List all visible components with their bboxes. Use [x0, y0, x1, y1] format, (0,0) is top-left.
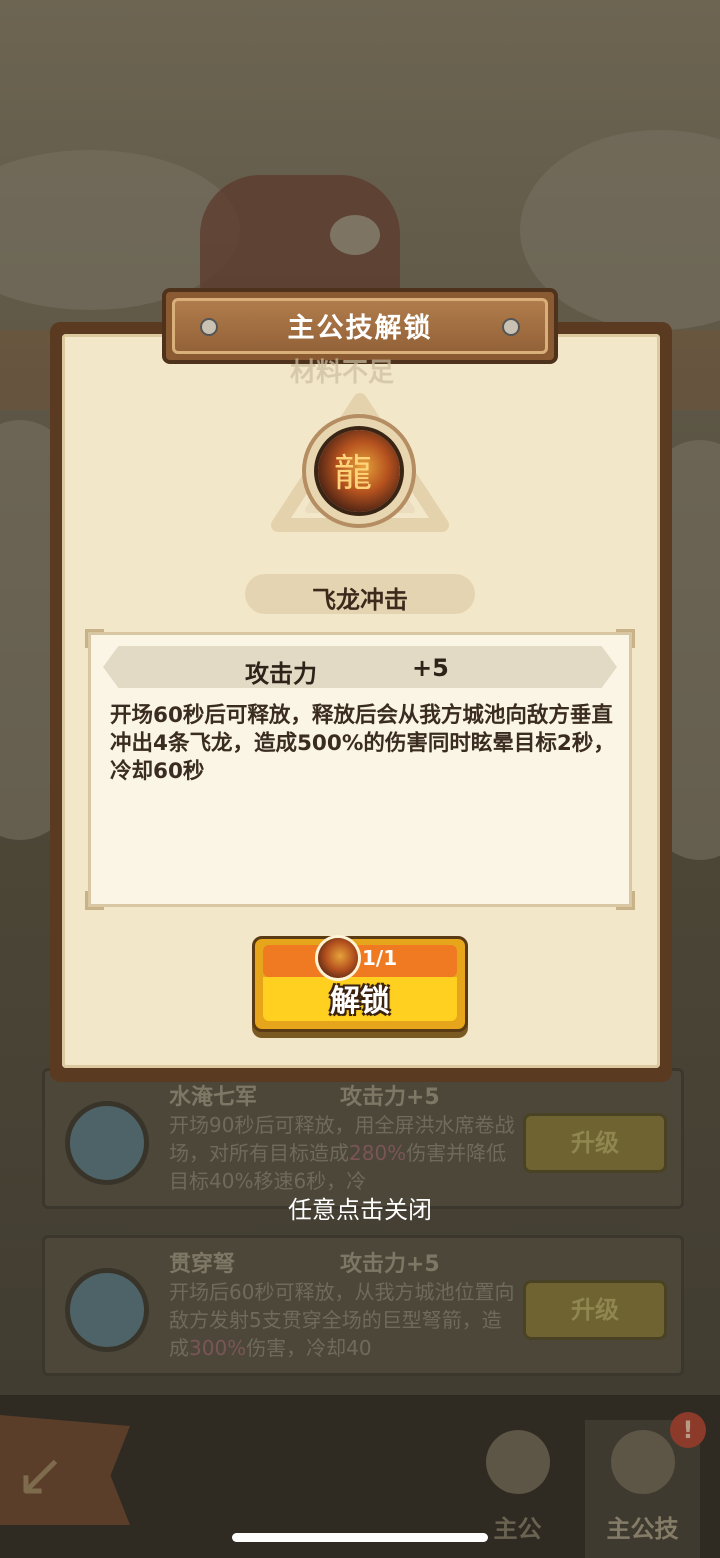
- dragon-icon: 龍: [334, 451, 373, 495]
- dragon-token-icon: [318, 938, 358, 978]
- faded-status-text: 材料不足: [290, 358, 395, 388]
- bag-icon: [610, 1430, 675, 1494]
- stat-bar: [103, 646, 617, 688]
- skill-card-description: 开场后60秒可释放，从我方城池位置向敌方发射5支贯穿全场的巨型弩箭，造成300%…: [169, 1280, 515, 1360]
- skill-name: 飞龙冲击: [312, 586, 408, 614]
- wave-icon: [65, 1101, 149, 1185]
- upgrade-button[interactable]: 升级: [523, 1113, 667, 1173]
- arrow-icon: [65, 1268, 149, 1352]
- stat-label: 攻击力: [245, 660, 317, 688]
- skill-description: 开场60秒后可释放，释放后会从我方城池向敌方垂直冲出4条飞龙，造成500%的伤害…: [110, 703, 615, 784]
- skill-card-attack: 攻击力+5: [340, 1252, 440, 1277]
- skill-card-crossbow[interactable]: 贯穿弩 攻击力+5 开场后60秒可释放，从我方城池位置向敌方发射5支贯穿全场的巨…: [42, 1235, 684, 1376]
- fan-icon: [485, 1430, 550, 1494]
- popup-title: 主公技解锁: [287, 313, 433, 344]
- stat-value: +5: [412, 654, 449, 682]
- skill-card-water[interactable]: 水淹七军 攻击力+5 开场90秒后可释放，用全屏洪水席卷战场，对所有目标造成28…: [42, 1068, 684, 1209]
- unlock-button-label[interactable]: 解锁: [252, 976, 468, 1020]
- tap-to-close-hint[interactable]: 任意点击关闭: [0, 1190, 720, 1225]
- upgrade-button[interactable]: 升级: [523, 1280, 667, 1340]
- back-arrow-icon: ↙: [15, 1440, 66, 1510]
- skill-card-name: 贯穿弩: [169, 1252, 236, 1277]
- notification-badge: !: [670, 1412, 706, 1448]
- skill-icon: 龍: [306, 418, 412, 524]
- unlock-cost: 1/1: [362, 946, 398, 970]
- skill-card-description: 开场90秒后可释放，用全屏洪水席卷战场，对所有目标造成280%伤害并降低目标40…: [169, 1113, 515, 1193]
- tab-lord-skill-label: 主公技: [606, 1515, 679, 1543]
- home-indicator[interactable]: [232, 1533, 488, 1542]
- skill-card-name: 水淹七军: [169, 1085, 258, 1110]
- skill-card-attack: 攻击力+5: [340, 1085, 440, 1110]
